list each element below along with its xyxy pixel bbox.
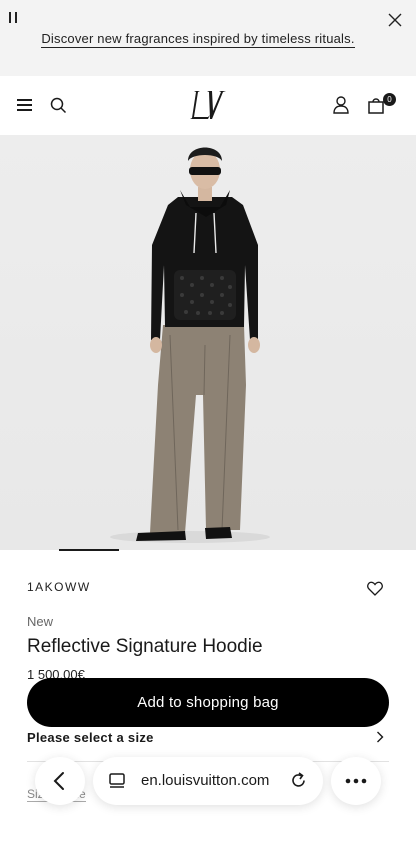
promo-link[interactable]: Discover new fragrances inspired by time… (0, 31, 396, 48)
promo-text[interactable]: Discover new fragrances inspired by time… (41, 31, 355, 48)
product-title: Reflective Signature Hoodie (27, 636, 263, 657)
browser-more-button[interactable] (331, 757, 381, 805)
pause-icon[interactable] (9, 12, 19, 24)
model-figure (110, 147, 270, 543)
back-arrow-icon (53, 772, 64, 790)
size-selector-label: Please select a size (27, 730, 154, 745)
site-header: 0 (0, 76, 416, 135)
browser-url[interactable]: en.louisvuitton.com (141, 772, 269, 789)
lv-logo[interactable] (188, 89, 228, 121)
product-image[interactable] (0, 135, 416, 550)
tabs-icon[interactable] (108, 772, 126, 790)
hamburger-menu-icon[interactable] (17, 99, 32, 111)
heart-icon[interactable] (367, 581, 383, 596)
carousel-indicator[interactable] (59, 549, 119, 551)
size-selector[interactable]: Please select a size (27, 729, 389, 747)
browser-back-button[interactable] (35, 757, 85, 805)
product-sku: 1AKOWW (27, 580, 91, 594)
account-icon[interactable] (333, 96, 349, 114)
reload-icon[interactable] (289, 771, 308, 790)
browser-address-bar[interactable]: en.louisvuitton.com (93, 757, 323, 805)
more-icon (345, 778, 367, 784)
close-icon[interactable] (388, 13, 402, 27)
add-to-bag-button[interactable]: Add to shopping bag (27, 678, 389, 727)
promo-banner: Discover new fragrances inspired by time… (0, 0, 416, 76)
new-badge: New (27, 614, 54, 629)
bag-count-badge: 0 (383, 93, 396, 106)
search-icon[interactable] (50, 97, 67, 114)
chevron-right-icon (377, 731, 384, 743)
